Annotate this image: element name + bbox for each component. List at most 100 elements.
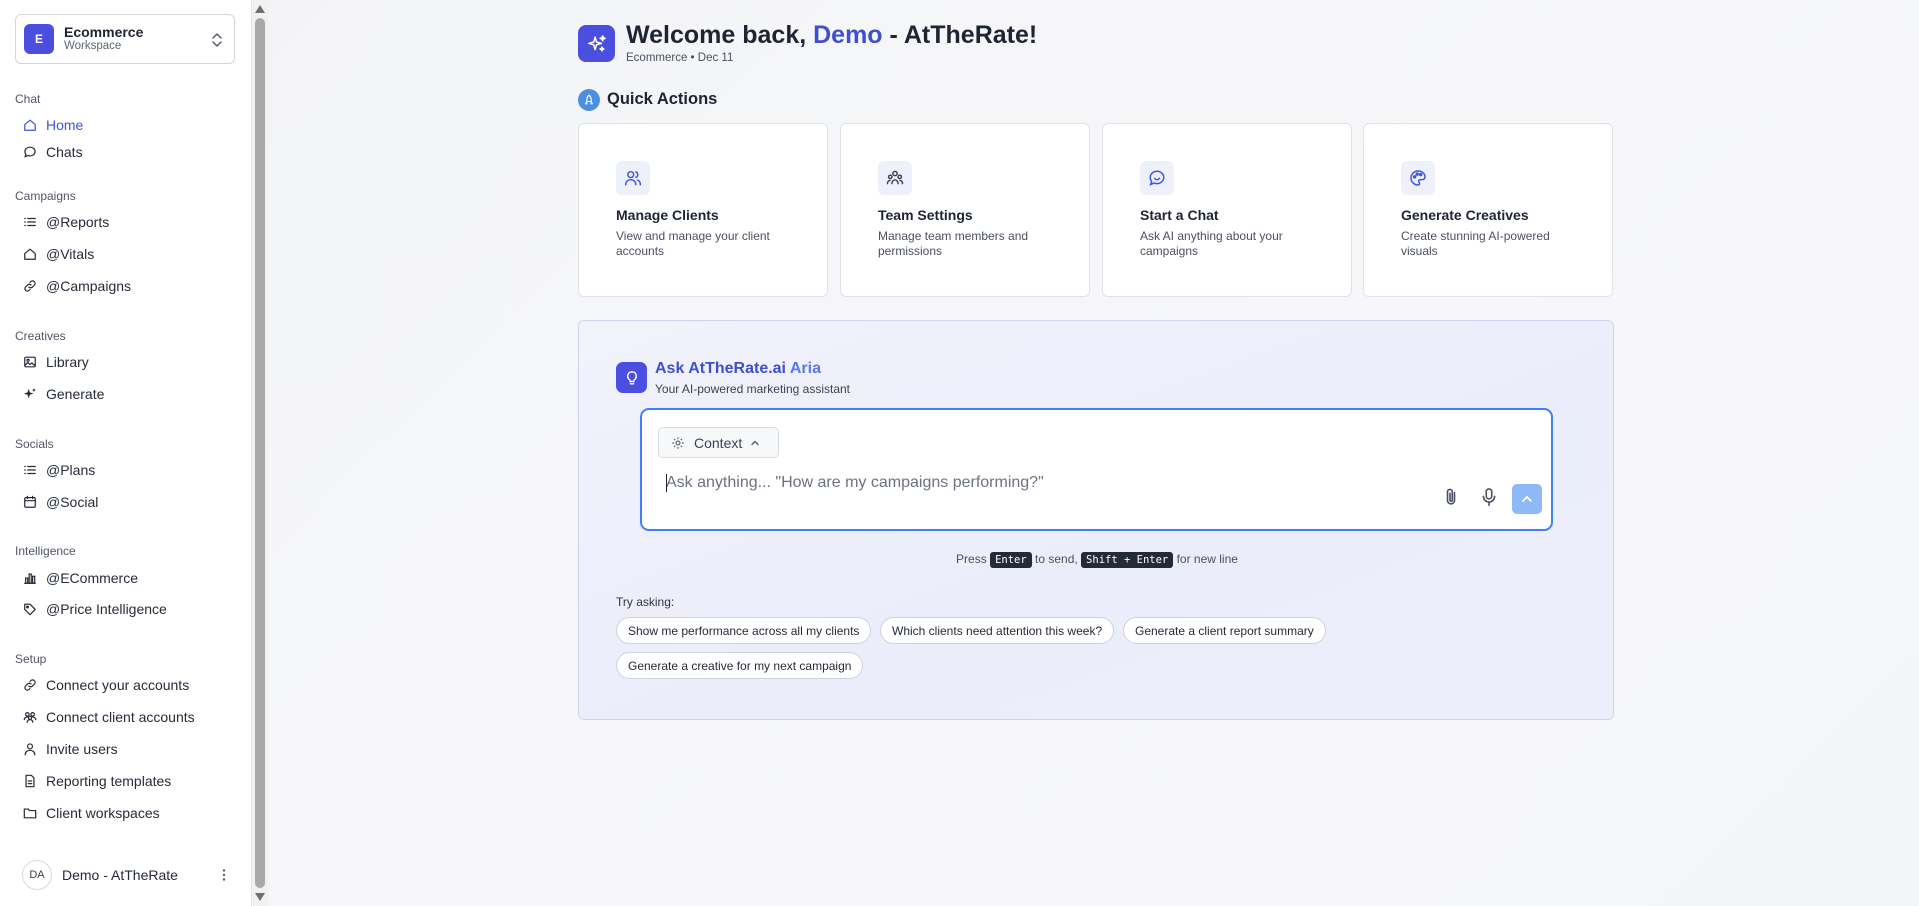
list-icon [24,217,36,227]
sidebar-item-label: Connect client accounts [46,709,195,725]
sidebar-item-label: Library [46,354,89,370]
user-icon [24,743,36,756]
sidebar-item-ecommerce[interactable]: @ECommerce [23,567,233,589]
home-icon [24,248,36,260]
quick-action-card-team-settings[interactable]: Team Settings Manage team members and pe… [840,123,1090,297]
sidebar: E Ecommerce Workspace Chat Home Chats Ca… [0,0,252,906]
card-title: Start a Chat [1140,207,1219,223]
bar-chart-icon [24,573,36,584]
sparkles-icon [587,34,606,52]
card-title: Team Settings [878,207,973,223]
sidebar-item-reporting-templates[interactable]: Reporting templates [23,770,233,792]
sparkles-badge [578,25,615,62]
workspace-switcher[interactable]: E Ecommerce Workspace [15,14,235,64]
workspace-name: Ecommerce [64,24,144,41]
link-icon [24,679,36,691]
sidebar-item-label: @Plans [46,462,96,478]
home-icon [24,119,36,131]
sidebar-item-chats[interactable]: Chats [23,141,233,163]
sidebar-scrollbar[interactable] [252,0,268,906]
user-avatar: DA [22,860,52,890]
attach-button[interactable] [1438,484,1464,510]
context-label: Context [694,434,743,451]
sidebar-item-client-workspaces[interactable]: Client workspaces [23,802,233,824]
welcome-prefix: Welcome back, [626,21,814,49]
folder-icon [23,808,37,819]
try-asking-label: Try asking: [616,595,675,609]
suggestion-chip[interactable]: Generate a client report summary [1123,617,1326,644]
image-icon [24,356,36,368]
suggestion-chip[interactable]: Which clients need attention this week? [880,617,1115,644]
scroll-up-arrow-icon[interactable] [254,3,266,15]
sidebar-item-invite-users[interactable]: Invite users [23,738,233,760]
user-name: Demo - AtTheRate [62,867,178,883]
card-icon-container [878,161,912,195]
document-icon [25,774,35,788]
sidebar-item-label: @ECommerce [46,570,139,586]
suggestion-chip[interactable]: Generate a creative for my next campaign [616,652,864,679]
chevron-up-icon [751,440,759,445]
sidebar-item-library[interactable]: Library [23,351,233,373]
kbd-shift-enter: Shift + Enter [1081,552,1174,568]
aria-title: Ask AtTheRate.ai Aria [655,360,821,378]
quick-action-card-generate-creatives[interactable]: Generate Creatives Create stunning AI-po… [1363,123,1613,297]
sidebar-item-connect-accounts[interactable]: Connect your accounts [23,674,233,696]
chat-input[interactable] [666,470,1426,496]
chevron-up-icon [1522,496,1532,502]
aria-title-accent: Aria [786,360,821,377]
user-profile[interactable]: DA Demo - AtTheRate [22,860,232,890]
quick-actions-title: Quick Actions [607,90,718,108]
workspace-text: Ecommerce Workspace [64,24,143,53]
section-label-setup: Setup [15,652,47,666]
chevron-up-down-icon [212,33,222,47]
sidebar-item-generate[interactable]: Generate [23,383,233,405]
paperclip-icon [1446,488,1456,505]
tag-icon [24,603,36,616]
aria-title-main: Ask AtTheRate.ai [655,360,786,377]
section-label-creatives: Creatives [15,329,66,343]
users-icon [624,170,642,186]
sidebar-item-label: Connect your accounts [46,677,190,693]
sidebar-item-social[interactable]: @Social [23,491,233,513]
link-icon [24,280,36,292]
context-button[interactable]: Context [658,427,779,458]
more-vertical-icon[interactable] [216,867,232,883]
chat-composer: Context [640,408,1553,531]
aria-assistant-panel: Ask AtTheRate.ai Aria Your AI-powered ma… [578,320,1614,720]
sidebar-item-home[interactable]: Home [23,114,233,136]
voice-input-button[interactable] [1476,484,1502,510]
sidebar-item-label: Client workspaces [46,805,160,821]
welcome-suffix: - AtTheRate! [882,21,1038,49]
card-description: View and manage your client accounts [616,229,770,258]
sidebar-item-connect-client-accounts[interactable]: Connect client accounts [23,706,233,728]
scroll-down-arrow-icon[interactable] [254,891,266,903]
scrollbar-thumb[interactable] [255,18,265,888]
hint-press: Press [956,552,991,566]
sidebar-item-label: @Social [46,494,99,510]
workspace-subtitle: Workspace [64,40,122,53]
quick-actions-badge [578,89,600,111]
aria-subtitle: Your AI-powered marketing assistant [655,382,850,396]
team-icon [886,170,904,185]
aria-badge [616,362,647,393]
microphone-icon [1482,488,1496,506]
sidebar-item-vitals[interactable]: @Vitals [23,243,233,265]
section-label-campaigns: Campaigns [15,189,76,203]
page-title: Welcome back, Demo - AtTheRate! [626,21,1037,50]
kbd-enter: Enter [990,552,1032,568]
send-button[interactable] [1512,484,1542,514]
suggestion-chip[interactable]: Show me performance across all my client… [616,617,872,644]
card-icon-container [1401,161,1435,195]
card-description: Ask AI anything about your campaigns [1140,229,1283,258]
sidebar-item-label: @Campaigns [46,278,132,294]
quick-action-card-start-chat[interactable]: Start a Chat Ask AI anything about your … [1102,123,1352,297]
quick-action-card-manage-clients[interactable]: Manage Clients View and manage your clie… [578,123,828,297]
sidebar-item-price-intelligence[interactable]: @Price Intelligence [23,598,233,620]
users-icon [23,712,37,723]
sidebar-item-campaigns[interactable]: @Campaigns [23,275,233,297]
sidebar-item-reports[interactable]: @Reports [23,211,233,233]
sidebar-item-label: Reporting templates [46,773,172,789]
card-title: Manage Clients [616,207,719,223]
lightbulb-icon [626,370,637,385]
sidebar-item-plans[interactable]: @Plans [23,459,233,481]
